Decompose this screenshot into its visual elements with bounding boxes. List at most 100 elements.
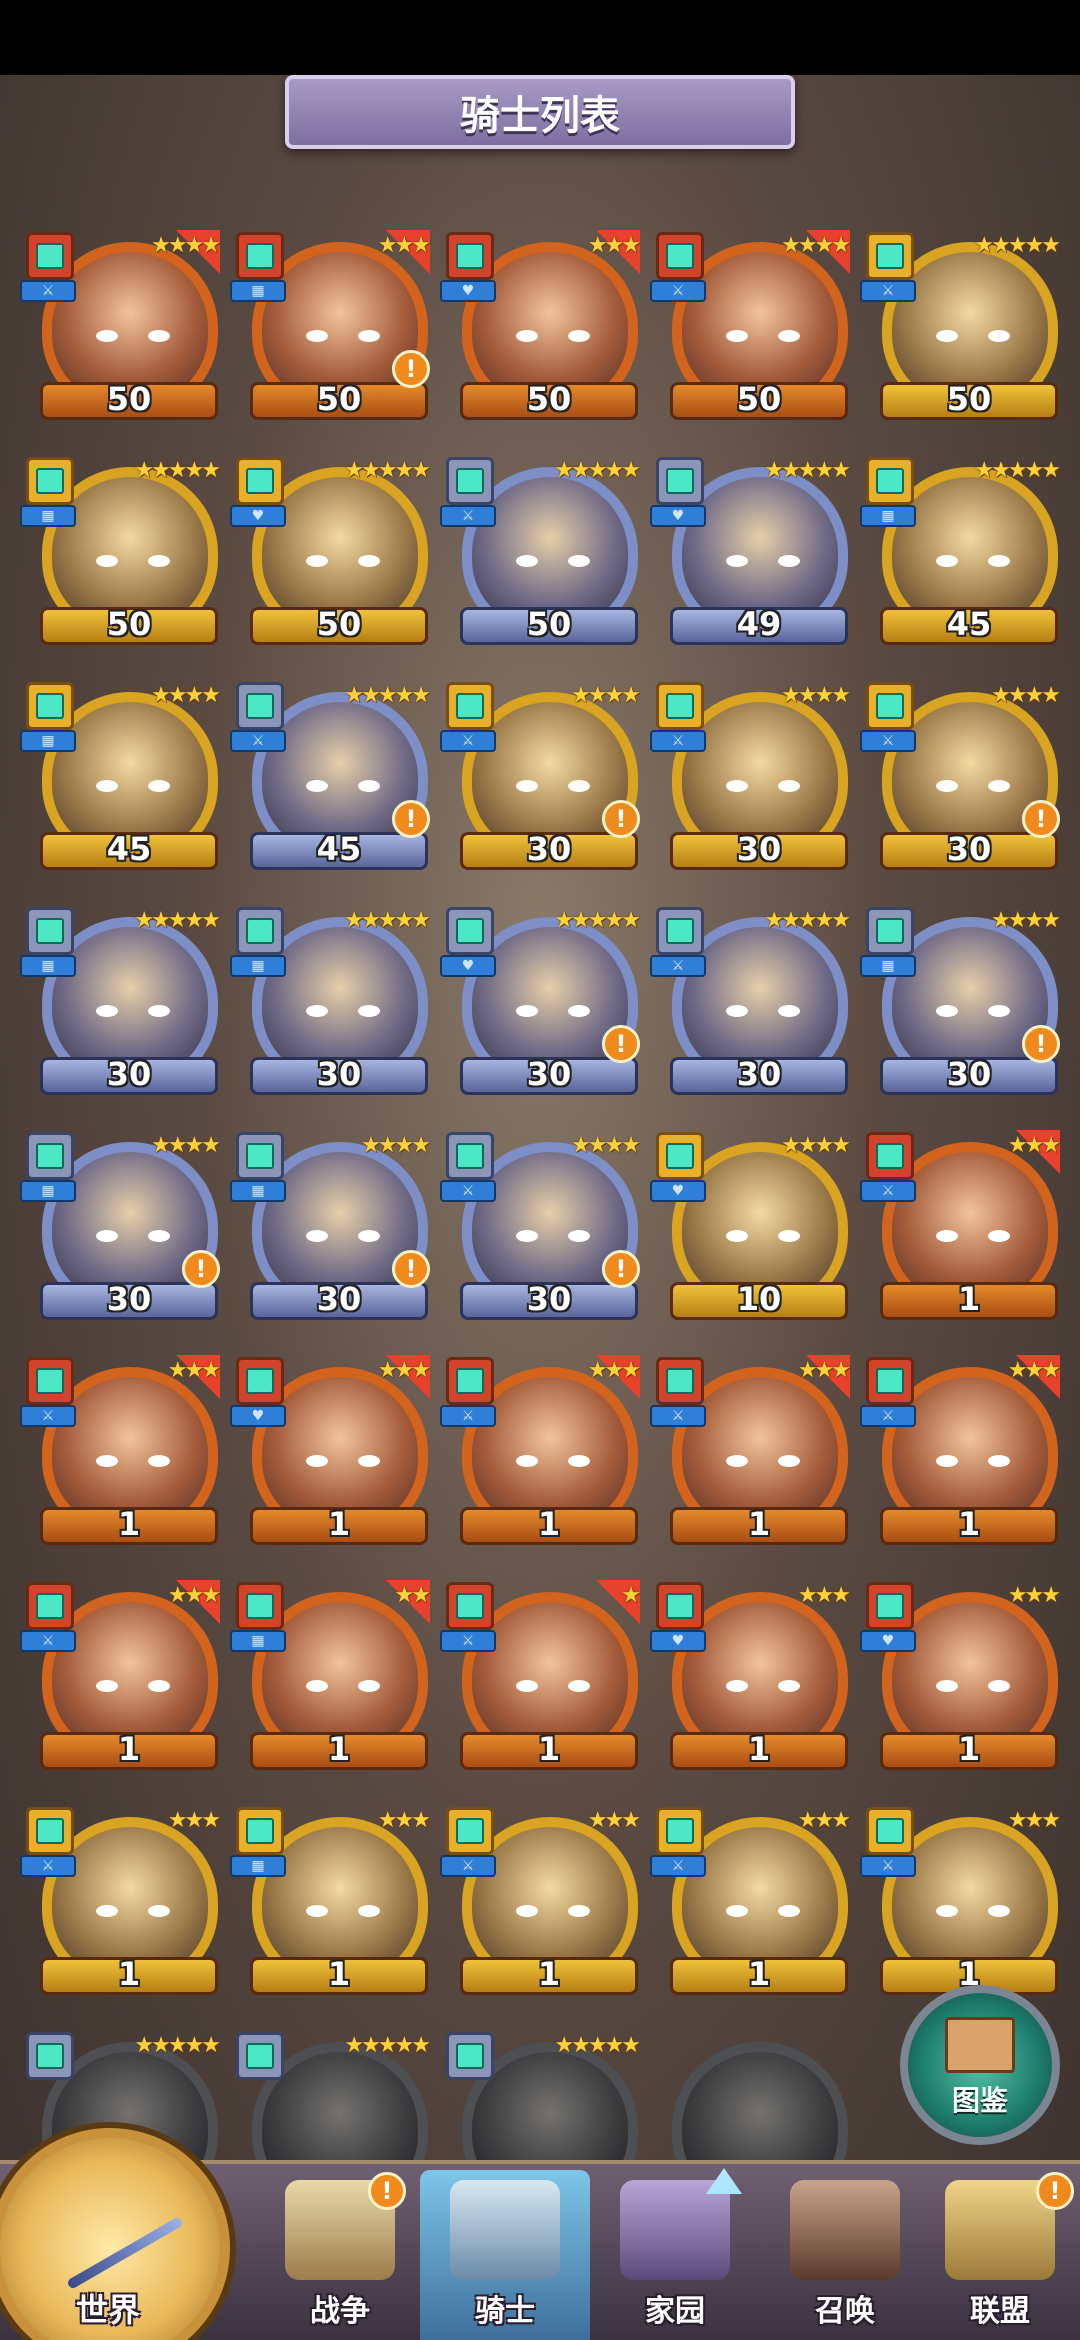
portrait-eye (988, 1680, 1010, 1692)
knight-card[interactable]: 30 ♥ ★★★★★! (440, 907, 641, 1102)
star-rating: ★★★★ (151, 233, 221, 258)
knight-card[interactable]: 1 ▦ ★★ (230, 1580, 431, 1777)
knight-card[interactable]: 30 ⚔ ★★★★★ (650, 907, 851, 1102)
portrait-eye (306, 555, 328, 567)
class-icon (236, 1582, 284, 1630)
star-rating: ★★★ (167, 1358, 221, 1383)
class-glyph-icon (456, 1593, 484, 1619)
knight-card[interactable]: 50 ♥ ★★★★★ (230, 457, 431, 652)
star-rating: ★★★ (1007, 1808, 1061, 1833)
knight-card[interactable]: 50 ⚔ ★★★★★ (440, 457, 641, 652)
knight-card[interactable]: 45 ⚔ ★★★★★! (230, 682, 431, 877)
class-glyph-icon (456, 243, 484, 269)
knight-card[interactable]: 30 ▦ ★★★★! (20, 1132, 221, 1327)
knight-card[interactable]: 10 ♥ ★★★★ (650, 1132, 851, 1327)
portrait-eye (306, 330, 328, 342)
knight-card[interactable]: 30 ⚔ ★★★★ (650, 682, 851, 877)
knight-card[interactable]: 1 ⚔ ★★★ (860, 1355, 1061, 1552)
portrait-eye (96, 780, 118, 792)
role-icon: ⚔ (650, 955, 706, 977)
knight-card[interactable]: 1 ⚔ ★★★ (860, 1807, 1061, 2002)
knight-card[interactable]: 30 ⚔ ★★★★! (860, 682, 1061, 877)
class-icon (26, 1132, 74, 1180)
knight-card[interactable]: 1 ♥ ★★★ (230, 1355, 431, 1552)
knight-card[interactable]: 1 ⚔ ★★★ (440, 1807, 641, 2002)
role-icon: ♥ (440, 280, 496, 302)
star-rating: ★★★★★ (344, 683, 431, 708)
knight-card[interactable]: 50 ⚔ ★★★★★ (860, 232, 1061, 427)
star-rating: ★★★★★ (764, 458, 851, 483)
role-icon: ▦ (20, 955, 76, 977)
knight-card[interactable]: 1 ⚔ ★★★ (860, 1130, 1061, 1327)
knight-card[interactable]: 50 ♥ ★★★ (440, 230, 641, 427)
role-icon: ⚔ (650, 280, 706, 302)
star-rating: ★★★★ (151, 1133, 221, 1158)
compass-needle-icon (66, 2216, 184, 2290)
class-glyph-icon (456, 918, 484, 944)
knight-card[interactable]: 45 ▦ ★★★★★ (860, 457, 1061, 652)
knight-card[interactable]: 1 ⚔ ★★★ (650, 1807, 851, 2002)
class-glyph-icon (666, 1593, 694, 1619)
nav-home-label: 家园 (645, 2294, 705, 2329)
class-icon (866, 232, 914, 280)
role-icon: ⚔ (20, 1630, 76, 1652)
knight-card[interactable]: 1 ⚔ ★★★ (20, 1807, 221, 2002)
knight-card[interactable]: 50 ⚔ ★★★★ (650, 230, 851, 427)
class-icon (236, 1807, 284, 1855)
portrait-eye (516, 780, 538, 792)
role-icon: ▦ (230, 280, 286, 302)
knight-card[interactable]: 50 ⚔ ★★★★ (20, 230, 221, 427)
portrait-eye (778, 555, 800, 567)
knight-card[interactable]: 1 ⚔ ★★★ (440, 1355, 641, 1552)
knight-card[interactable]: 30 ▦ ★★★★! (230, 1132, 431, 1327)
knight-card[interactable]: 50 ▦ ★★★★★ (20, 457, 221, 652)
knight-level: 1 (537, 1955, 561, 1993)
class-icon (656, 1582, 704, 1630)
class-glyph-icon (876, 1143, 904, 1169)
role-icon: ⚔ (440, 505, 496, 527)
knight-card[interactable]: 1 ♥ ★★★ (860, 1582, 1061, 1777)
class-glyph-icon (666, 1818, 694, 1844)
nav-home[interactable]: 家园 (590, 2170, 760, 2340)
knight-card[interactable]: 1 ▦ ★★★ (230, 1807, 431, 2002)
role-icon: ⚔ (440, 730, 496, 752)
portrait-eye (568, 1005, 590, 1017)
portrait-eye (516, 1005, 538, 1017)
class-glyph-icon (246, 1818, 274, 1844)
star-rating: ★★★★★ (134, 2033, 221, 2058)
portrait-eye (936, 1455, 958, 1467)
knight-card[interactable]: 1 ⚔ ★★★ (650, 1355, 851, 1552)
portrait-eye (96, 555, 118, 567)
portrait-eye (306, 1680, 328, 1692)
knight-card[interactable]: 30 ▦ ★★★★! (860, 907, 1061, 1102)
portrait-eye (148, 1905, 170, 1917)
role-icon: ⚔ (440, 1630, 496, 1652)
star-rating: ★★★ (587, 1808, 641, 1833)
portrait-eye (568, 555, 590, 567)
class-glyph-icon (36, 468, 64, 494)
knight-card[interactable]: 1 ⚔ ★ (440, 1580, 641, 1777)
knight-card[interactable]: 45 ▦ ★★★★ (20, 682, 221, 877)
knight-card[interactable]: 1 ⚔ ★★★ (20, 1355, 221, 1552)
portrait-eye (778, 1455, 800, 1467)
nav-summon[interactable]: 召唤 (760, 2170, 930, 2340)
knight-card[interactable]: 50 ▦ ★★★! (230, 230, 431, 427)
portrait-eye (306, 1905, 328, 1917)
knight-card[interactable]: 30 ▦ ★★★★★ (230, 907, 431, 1102)
portrait-eye (516, 1905, 538, 1917)
compendium-button[interactable]: 图鉴 (900, 1985, 1060, 2145)
knight-card[interactable]: 1 ♥ ★★★ (650, 1582, 851, 1777)
nav-alliance-alert-badge: ! (1036, 2172, 1074, 2210)
nav-knight[interactable]: 骑士 (420, 2170, 590, 2340)
class-glyph-icon (36, 1818, 64, 1844)
knight-card[interactable]: 1 ⚔ ★★★ (20, 1580, 221, 1777)
alert-badge: ! (602, 1250, 640, 1288)
knight-card[interactable]: 49 ♥ ★★★★★ (650, 457, 851, 652)
portrait-eye (516, 1680, 538, 1692)
class-icon (446, 682, 494, 730)
knight-card[interactable]: 30 ▦ ★★★★★ (20, 907, 221, 1102)
nav-summon-label: 召唤 (815, 2294, 875, 2329)
knight-card[interactable]: 30 ⚔ ★★★★! (440, 682, 641, 877)
knight-card[interactable]: 30 ⚔ ★★★★! (440, 1132, 641, 1327)
star-rating: ★★★ (377, 1358, 431, 1383)
